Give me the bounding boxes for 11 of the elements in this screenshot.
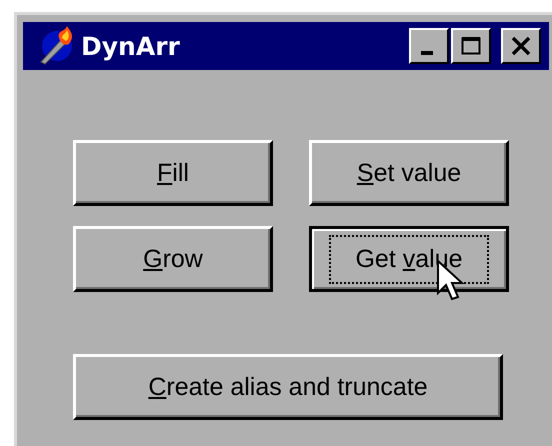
maximize-button[interactable] (451, 28, 491, 64)
minimize-icon (421, 51, 433, 55)
action-button[interactable]: Fill (73, 140, 273, 206)
close-button[interactable] (501, 28, 541, 64)
action-button[interactable]: Grow (73, 226, 273, 292)
close-icon (510, 35, 532, 57)
maximize-icon (460, 35, 482, 57)
window-title: DynArr (81, 32, 181, 60)
minimize-button[interactable] (409, 28, 449, 64)
action-button[interactable]: Create alias and truncate (73, 354, 503, 420)
action-button[interactable]: Set value (309, 140, 509, 206)
